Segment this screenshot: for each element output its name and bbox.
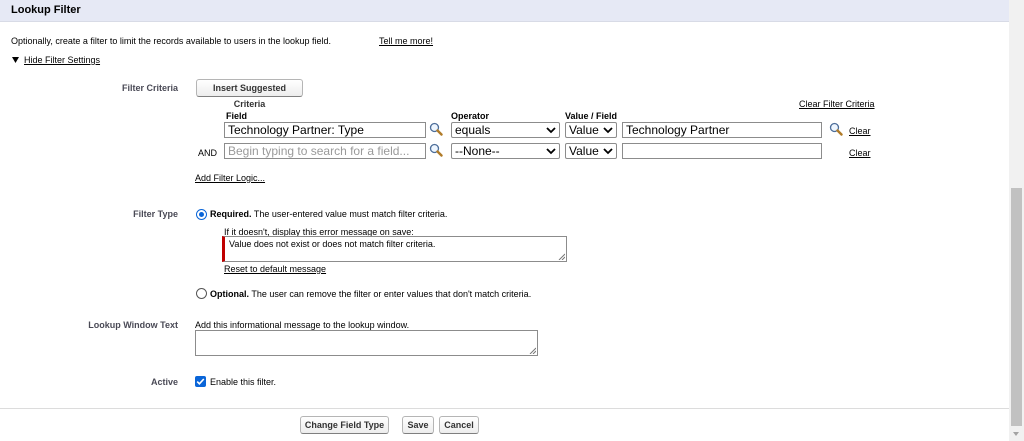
operator-select-1[interactable]: equals bbox=[451, 122, 560, 138]
error-message-textarea[interactable]: Value does not exist or does not match f… bbox=[222, 236, 567, 262]
row-conjunction-and: AND bbox=[198, 148, 218, 158]
resize-handle-icon[interactable] bbox=[558, 253, 565, 260]
vertical-scrollbar[interactable] bbox=[1009, 0, 1024, 441]
criteria-value-input-1[interactable]: Technology Partner bbox=[622, 122, 822, 138]
reset-default-message-link[interactable]: Reset to default message bbox=[224, 264, 326, 274]
optional-radio[interactable] bbox=[196, 288, 207, 299]
add-filter-logic-link[interactable]: Add Filter Logic... bbox=[195, 173, 265, 183]
error-message-value: Value does not exist or does not match f… bbox=[229, 239, 436, 249]
optional-option: Optional. The user can remove the filter… bbox=[210, 289, 531, 299]
scrollbar-thumb[interactable] bbox=[1011, 188, 1022, 426]
filter-criteria-label: Filter Criteria bbox=[121, 83, 178, 93]
operator-select-2[interactable]: --None-- bbox=[451, 143, 560, 159]
value-type-value-2: Value bbox=[569, 144, 599, 158]
criteria-field-input-1[interactable]: Technology Partner: Type bbox=[224, 122, 426, 138]
tell-me-more-link[interactable]: Tell me more! bbox=[379, 36, 433, 46]
enable-filter-label: Enable this filter. bbox=[210, 377, 277, 387]
required-title: Required. bbox=[210, 209, 252, 219]
clear-row-link-1[interactable]: Clear bbox=[849, 126, 871, 136]
scroll-down-arrow-icon[interactable] bbox=[1013, 432, 1019, 436]
magnifier-lookup-icon[interactable] bbox=[429, 143, 443, 157]
insert-suggested-criteria-button[interactable]: Insert Suggested Criteria bbox=[196, 79, 303, 109]
clear-filter-criteria-link[interactable]: Clear Filter Criteria bbox=[799, 99, 875, 109]
magnifier-lookup-icon[interactable] bbox=[829, 122, 843, 136]
intro-text: Optionally, create a filter to limit the… bbox=[11, 36, 331, 46]
optional-title: Optional. bbox=[210, 289, 249, 299]
required-description: The user-entered value must match filter… bbox=[253, 209, 448, 219]
save-button[interactable]: Save bbox=[402, 416, 434, 434]
chevron-down-icon bbox=[546, 127, 556, 134]
filter-type-label: Filter Type bbox=[133, 209, 178, 219]
operator-value-2: --None-- bbox=[455, 144, 500, 158]
page: Lookup Filter Optionally, create a filte… bbox=[0, 0, 1009, 441]
criteria-value-input-2[interactable] bbox=[622, 143, 822, 159]
resize-handle-icon[interactable] bbox=[529, 347, 536, 354]
cancel-button[interactable]: Cancel bbox=[439, 416, 479, 434]
footer-divider bbox=[0, 408, 1009, 409]
clear-row-link-2[interactable]: Clear bbox=[849, 148, 871, 158]
column-header-value-field: Value / Field bbox=[565, 111, 618, 121]
optional-description: The user can remove the filter or enter … bbox=[251, 289, 532, 299]
section-header: Lookup Filter bbox=[0, 0, 1009, 22]
column-header-operator: Operator bbox=[451, 111, 490, 121]
value-type-select-1[interactable]: Value bbox=[565, 122, 617, 138]
triangle-down-icon bbox=[12, 57, 19, 63]
checkmark-icon bbox=[196, 378, 205, 385]
section-title: Lookup Filter bbox=[11, 4, 81, 16]
chevron-down-icon bbox=[603, 148, 613, 155]
column-header-field: Field bbox=[226, 111, 248, 121]
chevron-down-icon bbox=[603, 127, 613, 134]
hide-filter-settings-label: Hide Filter Settings bbox=[24, 55, 101, 65]
operator-value-1: equals bbox=[455, 123, 491, 137]
lookup-window-text-label: Lookup Window Text bbox=[88, 320, 178, 330]
criteria-field-input-2[interactable]: Begin typing to search for a field... bbox=[224, 143, 426, 159]
active-label: Active bbox=[150, 377, 178, 387]
required-radio[interactable] bbox=[196, 209, 207, 220]
value-type-select-2[interactable]: Value bbox=[565, 143, 617, 159]
value-type-value-1: Value bbox=[569, 123, 599, 137]
chevron-down-icon bbox=[546, 148, 556, 155]
lookup-window-textarea[interactable] bbox=[195, 330, 538, 356]
magnifier-lookup-icon[interactable] bbox=[429, 122, 443, 136]
lookup-window-prompt: Add this informational message to the lo… bbox=[195, 320, 410, 330]
required-option: Required. The user-entered value must ma… bbox=[210, 209, 447, 219]
enable-filter-checkbox[interactable] bbox=[195, 376, 206, 387]
change-field-type-button[interactable]: Change Field Type bbox=[300, 416, 389, 434]
